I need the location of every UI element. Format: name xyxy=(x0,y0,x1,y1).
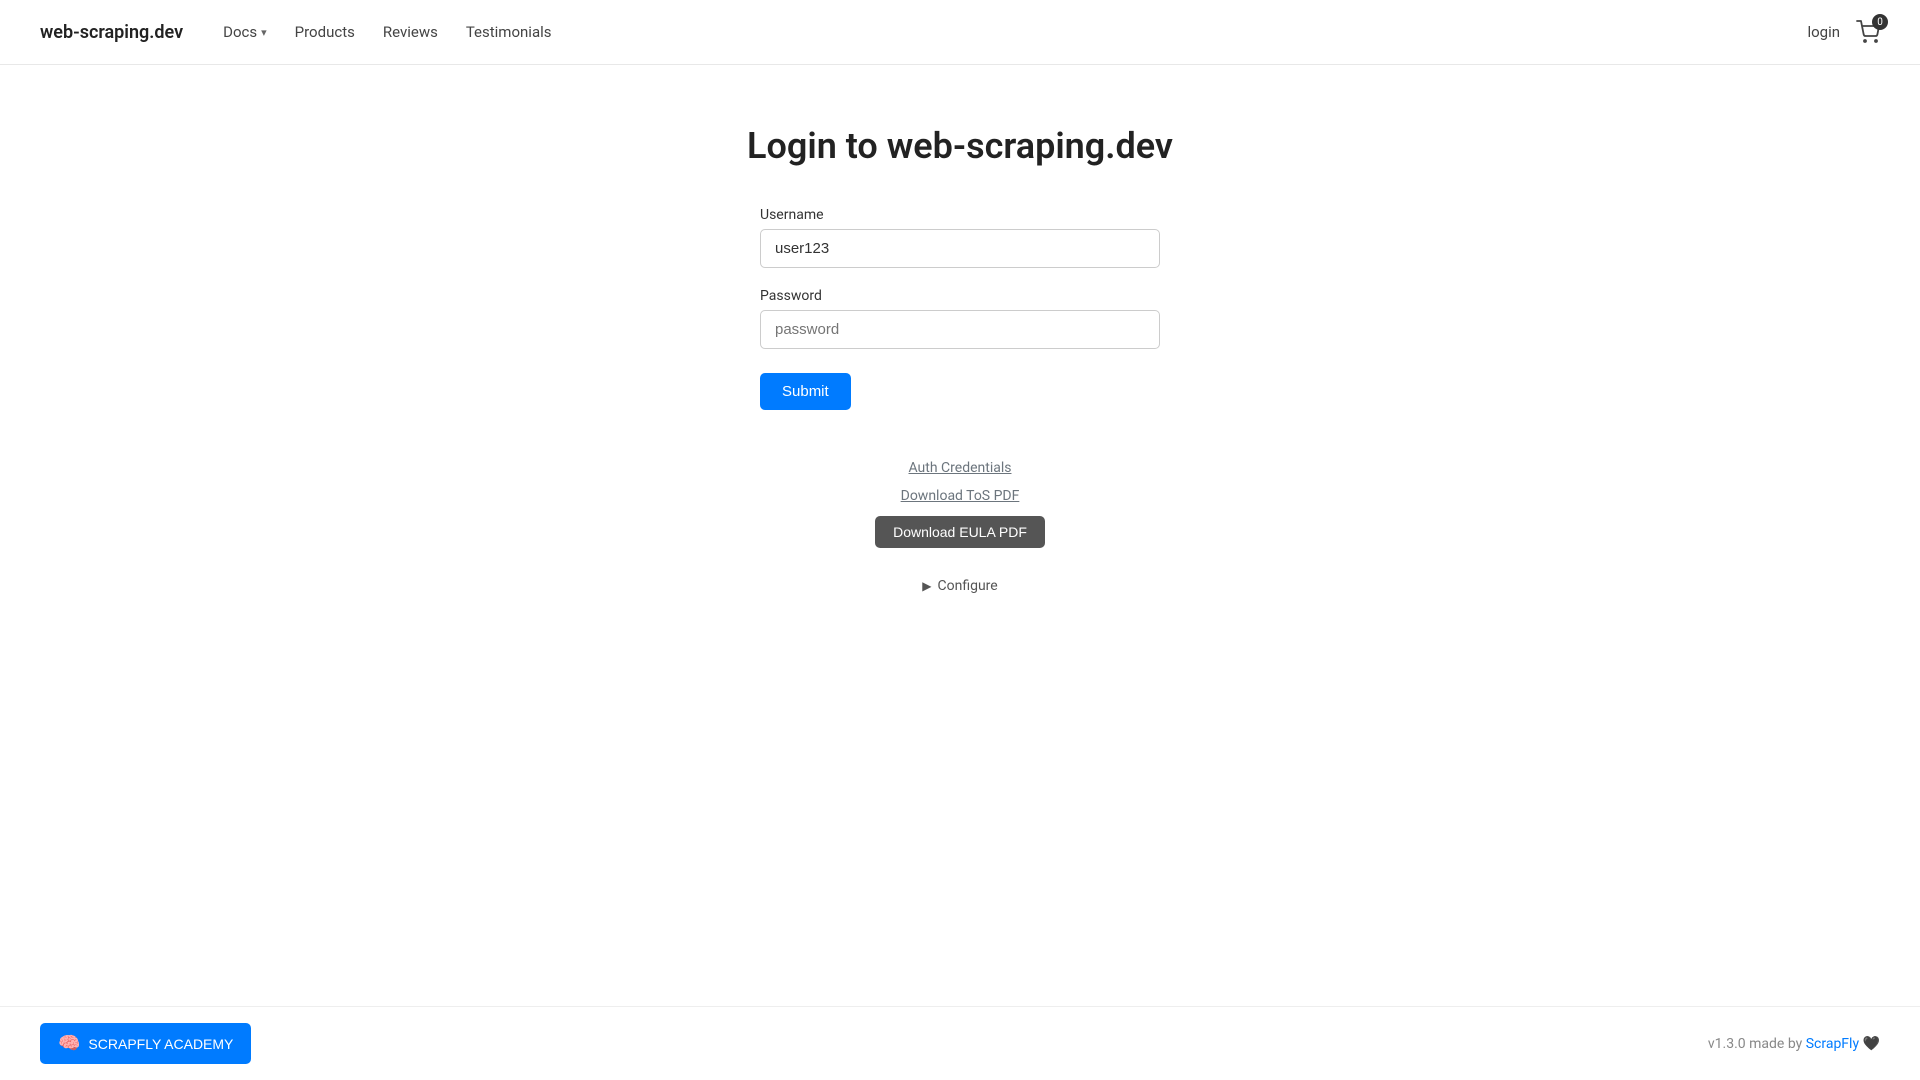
password-group: Password xyxy=(760,288,1160,349)
site-brand[interactable]: web-scraping.dev xyxy=(40,22,183,43)
cart-button[interactable]: 0 xyxy=(1856,20,1880,44)
version-text: v1.3.0 made by xyxy=(1708,1036,1802,1052)
configure-label: Configure xyxy=(938,578,998,594)
heart-icon: 🖤 xyxy=(1863,1036,1880,1052)
scrapfly-academy-button[interactable]: 🧠 SCRAPFLY ACADEMY xyxy=(40,1023,251,1064)
configure-arrow-icon: ▶ xyxy=(922,579,931,593)
username-input[interactable] xyxy=(760,229,1160,268)
nav-docs-label: Docs xyxy=(223,23,257,41)
auth-credentials-link[interactable]: Auth Credentials xyxy=(909,460,1012,476)
nav-links: Docs ▾ Products Reviews Testimonials xyxy=(213,17,1807,47)
nav-reviews[interactable]: Reviews xyxy=(373,17,448,47)
academy-icon: 🧠 xyxy=(58,1033,80,1054)
cart-count: 0 xyxy=(1872,14,1888,30)
username-label: Username xyxy=(760,207,1160,223)
nav-products[interactable]: Products xyxy=(285,17,365,47)
chevron-down-icon: ▾ xyxy=(261,26,267,39)
main-content: Login to web-scraping.dev Username Passw… xyxy=(0,65,1920,594)
username-group: Username xyxy=(760,207,1160,268)
download-eula-button[interactable]: Download EULA PDF xyxy=(875,516,1045,548)
password-input[interactable] xyxy=(760,310,1160,349)
academy-label: SCRAPFLY ACADEMY xyxy=(88,1036,233,1052)
page-title: Login to web-scraping.dev xyxy=(747,125,1173,167)
password-label: Password xyxy=(760,288,1160,304)
footer-version: v1.3.0 made by ScrapFly 🖤 xyxy=(1708,1036,1880,1052)
navbar-right: login 0 xyxy=(1807,20,1880,44)
links-section: Auth Credentials Download ToS PDF Downlo… xyxy=(875,460,1045,548)
scrapfly-link[interactable]: ScrapFly xyxy=(1806,1036,1859,1052)
login-link[interactable]: login xyxy=(1807,23,1840,41)
nav-docs[interactable]: Docs ▾ xyxy=(213,17,277,47)
download-tos-link[interactable]: Download ToS PDF xyxy=(901,488,1020,504)
footer: 🧠 SCRAPFLY ACADEMY v1.3.0 made by ScrapF… xyxy=(0,1006,1920,1080)
submit-button[interactable]: Submit xyxy=(760,373,851,410)
nav-testimonials[interactable]: Testimonials xyxy=(456,17,562,47)
configure-toggle[interactable]: ▶ Configure xyxy=(922,578,997,594)
login-form: Username Password Submit xyxy=(760,207,1160,410)
navbar: web-scraping.dev Docs ▾ Products Reviews… xyxy=(0,0,1920,65)
